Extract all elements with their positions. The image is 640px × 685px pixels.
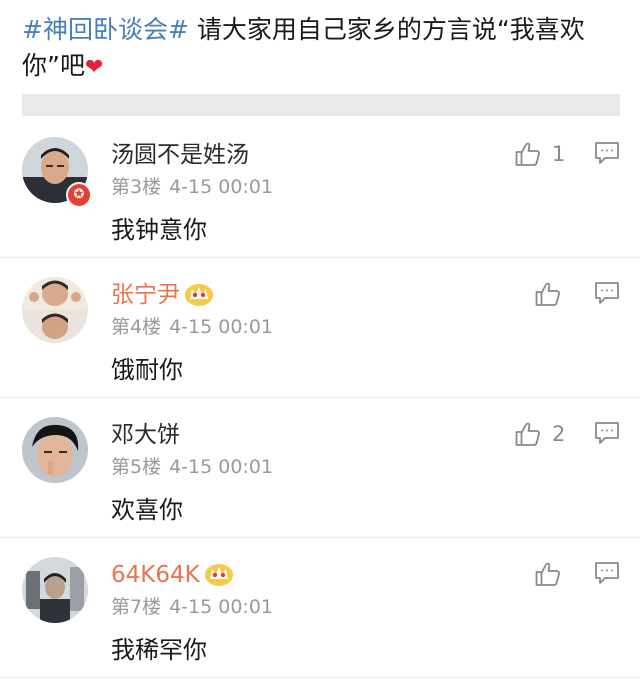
comment-floor: 第5楼	[111, 456, 162, 478]
comment-list: ✪ 汤圆不是姓汤 第3楼 4-15 00:01 我钟意你 1 张宁尹 第4楼 4…	[0, 118, 640, 678]
like-button[interactable]	[534, 558, 572, 590]
comment-item: ✪ 汤圆不是姓汤 第3楼 4-15 00:01 我钟意你 1	[0, 118, 640, 258]
comment-floor: 第4楼	[111, 316, 162, 338]
thumbs-up-icon	[515, 142, 540, 166]
comment-reply-icon	[595, 422, 619, 444]
like-count: 1	[552, 142, 566, 166]
comment-meta: 第3楼 4-15 00:01	[111, 174, 273, 200]
comment-text: 我稀罕你	[111, 636, 207, 664]
comment-reply-icon	[595, 562, 619, 584]
comment-time: 4-15 00:01	[169, 456, 274, 478]
reply-button[interactable]	[594, 420, 620, 450]
comment-reply-icon	[595, 142, 619, 164]
comment-floor: 第7楼	[111, 596, 162, 618]
comment-username[interactable]: 汤圆不是姓汤	[111, 140, 249, 170]
comment-username[interactable]: 64K64K	[111, 560, 234, 590]
reply-button[interactable]	[594, 560, 620, 590]
avatar[interactable]	[22, 277, 88, 343]
comment-time: 4-15 00:01	[169, 316, 274, 338]
comment-text: 饿耐你	[111, 356, 183, 384]
thumbs-up-icon	[535, 282, 560, 306]
reply-button[interactable]	[594, 280, 620, 310]
comment-floor: 第3楼	[111, 176, 162, 198]
avatar[interactable]	[22, 557, 88, 623]
section-divider-bar	[22, 94, 620, 116]
avatar[interactable]	[22, 417, 88, 483]
comment-text: 我钟意你	[111, 216, 207, 244]
comment-meta: 第5楼 4-15 00:01	[111, 454, 273, 480]
comment-meta: 第7楼 4-15 00:01	[111, 594, 273, 620]
comment-username[interactable]: 张宁尹	[111, 280, 214, 310]
heart-icon: ❤	[84, 55, 104, 80]
comment-time: 4-15 00:01	[169, 596, 274, 618]
reply-button[interactable]	[594, 140, 620, 170]
comment-item: 邓大饼 第5楼 4-15 00:01 欢喜你 2	[0, 398, 640, 538]
like-count: 2	[552, 422, 566, 446]
comment-reply-icon	[595, 282, 619, 304]
like-button[interactable]: 2	[514, 418, 565, 450]
comment-username[interactable]: 邓大饼	[111, 420, 180, 450]
crown-icon	[185, 283, 213, 306]
verified-badge-icon: ✪	[66, 182, 92, 208]
post-hashtag[interactable]: #神回卧谈会#	[22, 15, 189, 44]
like-button[interactable]: 1	[514, 138, 565, 170]
comment-item: 张宁尹 第4楼 4-15 00:01 饿耐你	[0, 258, 640, 398]
thumbs-up-icon	[515, 422, 540, 446]
thumbs-up-icon	[535, 562, 560, 586]
comment-text: 欢喜你	[111, 496, 183, 524]
post-content: #神回卧谈会# 请大家用自己家乡的方言说“我喜欢你”吧❤	[22, 12, 622, 86]
comment-time: 4-15 00:01	[169, 176, 274, 198]
like-button[interactable]	[534, 278, 572, 310]
comment-meta: 第4楼 4-15 00:01	[111, 314, 273, 340]
crown-icon	[204, 563, 233, 586]
comment-item: 64K64K 第7楼 4-15 00:01 我稀罕你	[0, 538, 640, 678]
